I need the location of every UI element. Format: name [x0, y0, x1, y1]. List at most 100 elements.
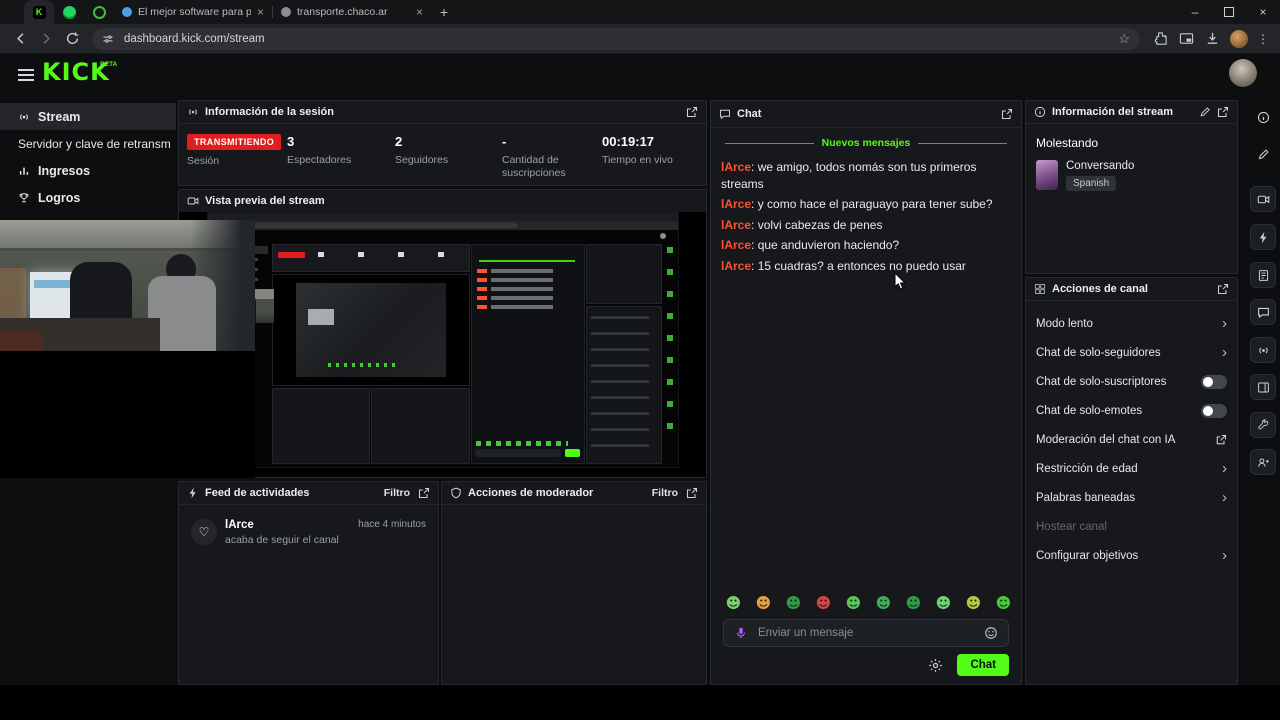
- emote-icon[interactable]: ☻: [905, 595, 922, 612]
- action-moderacion-ia[interactable]: Moderación del chat con IA: [1026, 425, 1237, 454]
- layout-icon[interactable]: [1250, 374, 1276, 400]
- mini-chat-button: [565, 449, 580, 457]
- feed-title: Feed de actividades: [205, 487, 310, 499]
- popout-icon[interactable]: [1001, 108, 1013, 120]
- toggle-off[interactable]: [1201, 403, 1227, 418]
- action-configurar-objetivos[interactable]: Configurar objetivos ›: [1026, 541, 1237, 570]
- bookmark-star-icon[interactable]: ☆: [1118, 31, 1130, 47]
- category-name: Conversando: [1066, 160, 1135, 172]
- send-chat-button[interactable]: Chat: [957, 654, 1009, 676]
- clips-icon[interactable]: [1250, 186, 1276, 212]
- go-live-icon[interactable]: [1250, 337, 1276, 363]
- reload-icon[interactable]: [60, 27, 84, 51]
- cast-icon: [189, 109, 197, 115]
- feed-filter-button[interactable]: Filtro: [384, 487, 410, 499]
- emoji-picker-icon[interactable]: [984, 626, 998, 640]
- sidebar-item-logros[interactable]: Logros: [0, 184, 176, 211]
- popout-icon[interactable]: [418, 487, 430, 499]
- popout-icon[interactable]: [1217, 106, 1229, 118]
- webcam-pip-overlay[interactable]: [0, 220, 255, 478]
- profile-avatar[interactable]: [1230, 29, 1248, 48]
- activity-log-icon[interactable]: [1250, 262, 1276, 288]
- spotify-pinned-tab[interactable]: [54, 0, 84, 24]
- chat-input[interactable]: [756, 626, 976, 640]
- feed-item[interactable]: ♡ lArce acaba de seguir el canal hace 4 …: [179, 505, 438, 546]
- emote-icon[interactable]: ☻: [785, 595, 802, 612]
- edit-icon[interactable]: [1199, 106, 1211, 118]
- edit-icon[interactable]: [1250, 141, 1276, 167]
- chat-icon[interactable]: [1250, 299, 1276, 325]
- browser-tab-1[interactable]: El mejor software para potencia ×: [114, 0, 272, 24]
- emote-icon[interactable]: ☻: [875, 595, 892, 612]
- chat-settings-gear-icon[interactable]: [928, 658, 943, 673]
- chat-title: Chat: [737, 108, 762, 120]
- emote-icon[interactable]: ☻: [725, 595, 742, 612]
- action-restriccion-edad[interactable]: Restricción de edad ›: [1026, 454, 1237, 483]
- close-button[interactable]: ×: [1246, 0, 1280, 24]
- maximize-button[interactable]: [1212, 0, 1246, 24]
- browser-tab-2[interactable]: transporte.chaco.ar ×: [273, 0, 431, 24]
- minimize-button[interactable]: –: [1178, 0, 1212, 24]
- sidebar-item-server-key[interactable]: Servidor y clave de retransm: [0, 130, 176, 157]
- mini-chat-lines: [491, 269, 553, 311]
- session-title: Información de la sesión: [205, 106, 334, 118]
- session-status: TRANSMITIENDO Sesión: [187, 134, 287, 180]
- channel-actions-title: Acciones de canal: [1052, 283, 1148, 295]
- category-row[interactable]: Conversando Spanish: [1026, 150, 1237, 191]
- stream-info-title: Información del stream: [1052, 106, 1174, 118]
- emote-icon[interactable]: ☻: [965, 595, 982, 612]
- popout-icon[interactable]: [686, 106, 698, 118]
- emote-icon[interactable]: ☻: [845, 595, 862, 612]
- url-input[interactable]: [122, 31, 1111, 46]
- chat-username[interactable]: lArce: [721, 197, 751, 211]
- moderator-filter-button[interactable]: Filtro: [652, 487, 678, 499]
- tab-close-icon[interactable]: ×: [257, 6, 264, 18]
- action-modo-lento[interactable]: Modo lento ›: [1026, 309, 1237, 338]
- broadcast-icon: [20, 113, 28, 120]
- popout-icon[interactable]: [1217, 283, 1229, 295]
- chat-username[interactable]: lArce: [721, 238, 751, 252]
- chat-identity-icon[interactable]: [734, 626, 748, 640]
- popout-icon[interactable]: [686, 487, 698, 499]
- chat-username[interactable]: lArce: [721, 259, 751, 273]
- toggle-off[interactable]: [1201, 374, 1227, 389]
- media-controls-icon[interactable]: [1174, 27, 1198, 51]
- menu-kebab-icon[interactable]: ⋮: [1254, 32, 1272, 46]
- tab-close-icon[interactable]: ×: [416, 6, 423, 18]
- emote-icon[interactable]: ☻: [935, 595, 952, 612]
- info-icon[interactable]: [1250, 104, 1276, 130]
- forward-icon[interactable]: [34, 27, 58, 51]
- sidebar-item-stream[interactable]: Stream: [0, 103, 176, 130]
- back-icon[interactable]: [8, 27, 32, 51]
- tools-icon[interactable]: [1250, 412, 1276, 438]
- action-solo-emotes[interactable]: Chat de solo-emotes: [1026, 396, 1237, 425]
- quick-actions-icon[interactable]: [1250, 224, 1276, 250]
- session-panel: Información de la sesión TRANSMITIENDO S…: [178, 100, 707, 186]
- browser-toolbar: ☆ ⋮: [0, 24, 1280, 54]
- action-palabras-baneadas[interactable]: Palabras baneadas ›: [1026, 483, 1237, 512]
- emote-icon[interactable]: ☻: [755, 595, 772, 612]
- hamburger-menu-icon[interactable]: [18, 69, 34, 81]
- action-solo-seguidores[interactable]: Chat de solo-seguidores ›: [1026, 338, 1237, 367]
- action-solo-suscriptores[interactable]: Chat de solo-suscriptores: [1026, 367, 1237, 396]
- preview-video-area[interactable]: [179, 212, 706, 477]
- new-tab-button[interactable]: +: [431, 4, 457, 20]
- mini-inner-glow: [308, 309, 334, 325]
- chat-username[interactable]: lArce: [721, 218, 751, 232]
- address-bar[interactable]: ☆: [92, 27, 1140, 50]
- chat-username[interactable]: lArce: [721, 160, 751, 174]
- downloads-icon[interactable]: [1200, 27, 1224, 51]
- stat-label: Seguidores: [395, 154, 449, 166]
- extensions-puzzle-icon[interactable]: [1148, 27, 1172, 51]
- emote-icon[interactable]: ☻: [815, 595, 832, 612]
- sidebar-item-ingresos[interactable]: Ingresos: [0, 157, 176, 184]
- chat-separator: :: [751, 238, 758, 252]
- whatsapp-pinned-tab[interactable]: [84, 0, 114, 24]
- action-label: Modo lento: [1036, 317, 1093, 330]
- chat-message: lArce: 15 cuadras? a entonces no puedo u…: [711, 256, 1021, 277]
- kick-pinned-tab[interactable]: K: [24, 0, 54, 24]
- mini-inner-emotes: [328, 363, 398, 367]
- emote-icon[interactable]: ☻: [995, 595, 1012, 612]
- sidebar-label: Servidor y clave de retransm: [18, 136, 171, 151]
- community-icon[interactable]: [1250, 449, 1276, 475]
